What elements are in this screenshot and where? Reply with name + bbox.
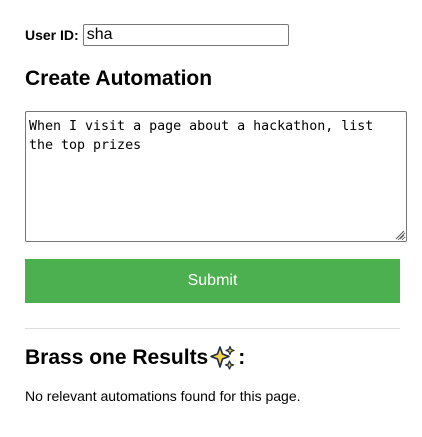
user-id-label: User ID: [25,27,79,43]
user-id-input[interactable] [82,24,289,46]
automation-panel: User ID: Create Automation Submit Brass … [0,0,422,437]
automation-prompt-textarea[interactable] [25,111,407,242]
submit-button[interactable]: Submit [25,259,400,303]
no-results-message: No relevant automations found for this p… [25,388,301,404]
section-divider [25,328,400,329]
create-automation-title: Create Automation [25,67,213,90]
sparkles-icon [210,345,235,370]
results-title-text: Brass one Results [25,346,209,369]
results-title-suffix: : [238,346,246,369]
user-id-row: User ID: [25,23,289,47]
results-title: Brass one Results : [25,345,245,371]
